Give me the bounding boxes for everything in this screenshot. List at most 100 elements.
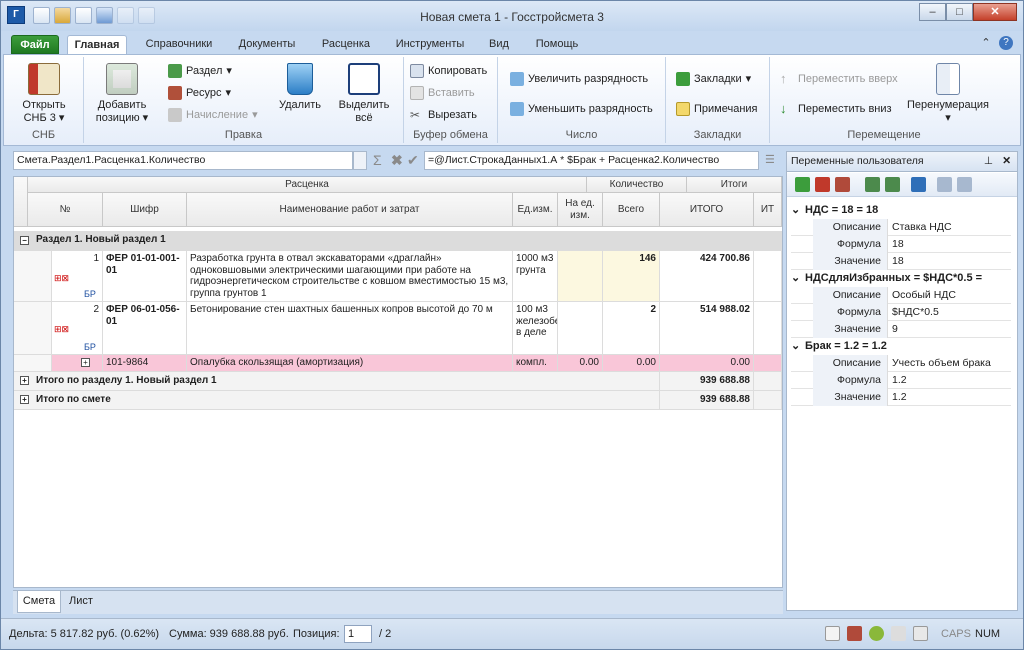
tab-help[interactable]: Помощь <box>525 35 589 54</box>
it-cell[interactable] <box>754 302 782 355</box>
page-icon[interactable] <box>913 626 928 641</box>
cut-button[interactable]: ✂ Вырезать <box>410 107 477 123</box>
code-cell[interactable]: 101-9864 <box>103 355 187 372</box>
unit-cell[interactable]: 100 м3 железобетона в деле <box>513 302 558 355</box>
cell-path-field[interactable]: Смета.Раздел1.Расценка1.Количество <box>13 151 353 170</box>
qty-all-cell[interactable]: 2 <box>603 302 660 355</box>
unit-cell[interactable]: компл. <box>513 355 558 372</box>
tab-references[interactable]: Справочники <box>137 35 221 54</box>
sum-icon[interactable]: Σ <box>373 151 382 170</box>
per-unit-cell[interactable]: 0.00 <box>558 355 603 372</box>
refresh-icon[interactable] <box>911 177 926 192</box>
sheet-tab-estimate[interactable]: Смета <box>17 591 61 613</box>
variable-value-row[interactable]: Значение 18 <box>791 253 1011 270</box>
variable-formula-row[interactable]: Формула 18 <box>791 236 1011 253</box>
collapse-ribbon-icon[interactable]: ⌃ <box>979 36 993 50</box>
close-button[interactable]: ✕ <box>973 3 1017 21</box>
section-row[interactable]: − Раздел 1. Новый раздел 1 <box>14 231 782 251</box>
qty-all-cell[interactable]: 146 <box>603 251 660 302</box>
notes-button[interactable]: Примечания <box>676 101 758 117</box>
code-cell[interactable]: ФЕР 06-01-056-01 <box>103 302 187 355</box>
sheet-tab-list[interactable]: Лист <box>63 591 99 613</box>
variable-header[interactable]: ⌄ НДСдляИзбранных = $НДС*0.5 = <box>791 270 1011 287</box>
variable-formula-row[interactable]: Формула $НДС*0.5 <box>791 304 1011 321</box>
value-value[interactable]: 18 <box>889 253 1007 270</box>
variable-header[interactable]: ⌄ НДС = 18 = 18 <box>791 202 1011 219</box>
copy-button[interactable]: Копировать <box>410 63 487 79</box>
add-variable-icon[interactable] <box>795 177 810 192</box>
path-dropdown-button[interactable] <box>353 151 367 170</box>
tab-tools[interactable]: Инструменты <box>387 35 473 54</box>
variable-desc-row[interactable]: Описание Ставка НДС <box>791 219 1011 236</box>
import-icon[interactable] <box>865 177 880 192</box>
code-cell[interactable]: ФЕР 01-01-001-01 <box>103 251 187 302</box>
move-up-button[interactable]: ↑ Переместить вверх <box>780 71 898 87</box>
remove-variable-icon[interactable] <box>815 177 830 192</box>
table-row[interactable]: 2 ⊞⊠ БР ФЕР 06-01-056-01 Бетонирование с… <box>14 302 782 355</box>
tab-view[interactable]: Вид <box>481 35 517 54</box>
expand-resource-icon[interactable]: + <box>81 357 90 367</box>
qty-all-cell[interactable]: 0.00 <box>603 355 660 372</box>
sync-icon[interactable] <box>869 626 884 641</box>
section-total-row[interactable]: + Итого по разделу 1. Новый раздел 1 939… <box>14 372 782 391</box>
tree-view-icon[interactable] <box>957 177 972 192</box>
minimize-button[interactable]: – <box>919 3 946 21</box>
formula-value[interactable]: 1.2 <box>889 372 1007 389</box>
name-cell[interactable]: Опалубка скользящая (амортизация) <box>187 355 513 372</box>
variable-value-row[interactable]: Значение 9 <box>791 321 1011 338</box>
position-input[interactable]: 1 <box>344 625 372 643</box>
total-cell[interactable]: 514 988.02 <box>660 302 754 355</box>
total-cell[interactable]: 0.00 <box>660 355 754 372</box>
variable-value-row[interactable]: Значение 1.2 <box>791 389 1011 406</box>
tab-documents[interactable]: Документы <box>229 35 305 54</box>
expand-estimate-total-icon[interactable]: + <box>20 395 29 404</box>
formula-value[interactable]: $НДС*0.5 <box>889 304 1007 321</box>
variable-header[interactable]: ⌄ Брак = 1.2 = 1.2 <box>791 338 1011 355</box>
estimate-total-row[interactable]: + Итого по смете 939 688.88 <box>14 391 782 410</box>
total-cell[interactable]: 424 700.86 <box>660 251 754 302</box>
decrease-digits-button[interactable]: Уменьшить разрядность <box>510 101 653 117</box>
tab-home[interactable]: Главная <box>67 35 127 54</box>
renumber-button[interactable]: Перенумерация ▾ <box>902 63 994 125</box>
desc-value[interactable]: Ставка НДС <box>889 219 1007 236</box>
name-cell[interactable]: Разработка грунта в отвал экскаваторами … <box>187 251 513 302</box>
expand-section-total-icon[interactable]: + <box>20 376 29 385</box>
row-expand-icons[interactable]: ⊞⊠ <box>54 324 69 336</box>
add-position-button[interactable]: Добавить позицию ▾ <box>90 63 154 125</box>
value-value[interactable]: 1.2 <box>889 389 1007 406</box>
select-all-button[interactable]: Выделить всё <box>332 63 396 125</box>
list-view-icon[interactable] <box>937 177 952 192</box>
maximize-button[interactable]: □ <box>946 3 973 21</box>
cancel-icon[interactable]: ✖ <box>391 151 403 170</box>
section-button[interactable]: Раздел ▾ <box>168 63 232 79</box>
unit-cell[interactable]: 1000 м3 грунта <box>513 251 558 302</box>
variable-formula-row[interactable]: Формула 1.2 <box>791 372 1011 389</box>
row-expand-icons[interactable]: ⊞⊠ <box>54 273 69 285</box>
resource-row[interactable]: + 101-9864 Опалубка скользящая (амортиза… <box>14 355 782 372</box>
panel-close-icon[interactable]: ✕ <box>1002 152 1011 171</box>
collapse-section-icon[interactable]: − <box>20 236 29 245</box>
bookmarks-button[interactable]: Закладки ▾ <box>676 71 751 87</box>
desc-value[interactable]: Учесть объем брака <box>889 355 1007 372</box>
paste-button[interactable]: Вставить <box>410 85 475 101</box>
per-unit-cell[interactable] <box>558 302 603 355</box>
open-snb-button[interactable]: Открыть СНБ 3 ▾ <box>12 63 76 125</box>
confirm-icon[interactable]: ✔ <box>407 151 419 170</box>
move-down-button[interactable]: ↓ Переместить вниз <box>780 101 892 117</box>
accrual-button[interactable]: Начисление ▾ <box>168 107 258 123</box>
table-row[interactable]: 1 ⊞⊠ БР ФЕР 01-01-001-01 Разработка грун… <box>14 251 782 302</box>
clear-variables-icon[interactable] <box>835 177 850 192</box>
variable-desc-row[interactable]: Описание Особый НДС <box>791 287 1011 304</box>
resource-button[interactable]: Ресурс ▾ <box>168 85 231 101</box>
formula-value[interactable]: 18 <box>889 236 1007 253</box>
desc-value[interactable]: Особый НДС <box>889 287 1007 304</box>
it-cell[interactable] <box>754 355 782 372</box>
per-unit-cell[interactable] <box>558 251 603 302</box>
delete-button[interactable]: Удалить <box>272 63 328 112</box>
document-icon[interactable] <box>825 626 840 641</box>
name-cell[interactable]: Бетонирование стен шахтных башенных копр… <box>187 302 513 355</box>
formula-input[interactable]: =@Лист.СтрокаДанных1.А * $Брак + Расценк… <box>424 151 759 170</box>
tab-rate[interactable]: Расценка <box>313 35 379 54</box>
value-value[interactable]: 9 <box>889 321 1007 338</box>
variable-desc-row[interactable]: Описание Учесть объем брака <box>791 355 1011 372</box>
